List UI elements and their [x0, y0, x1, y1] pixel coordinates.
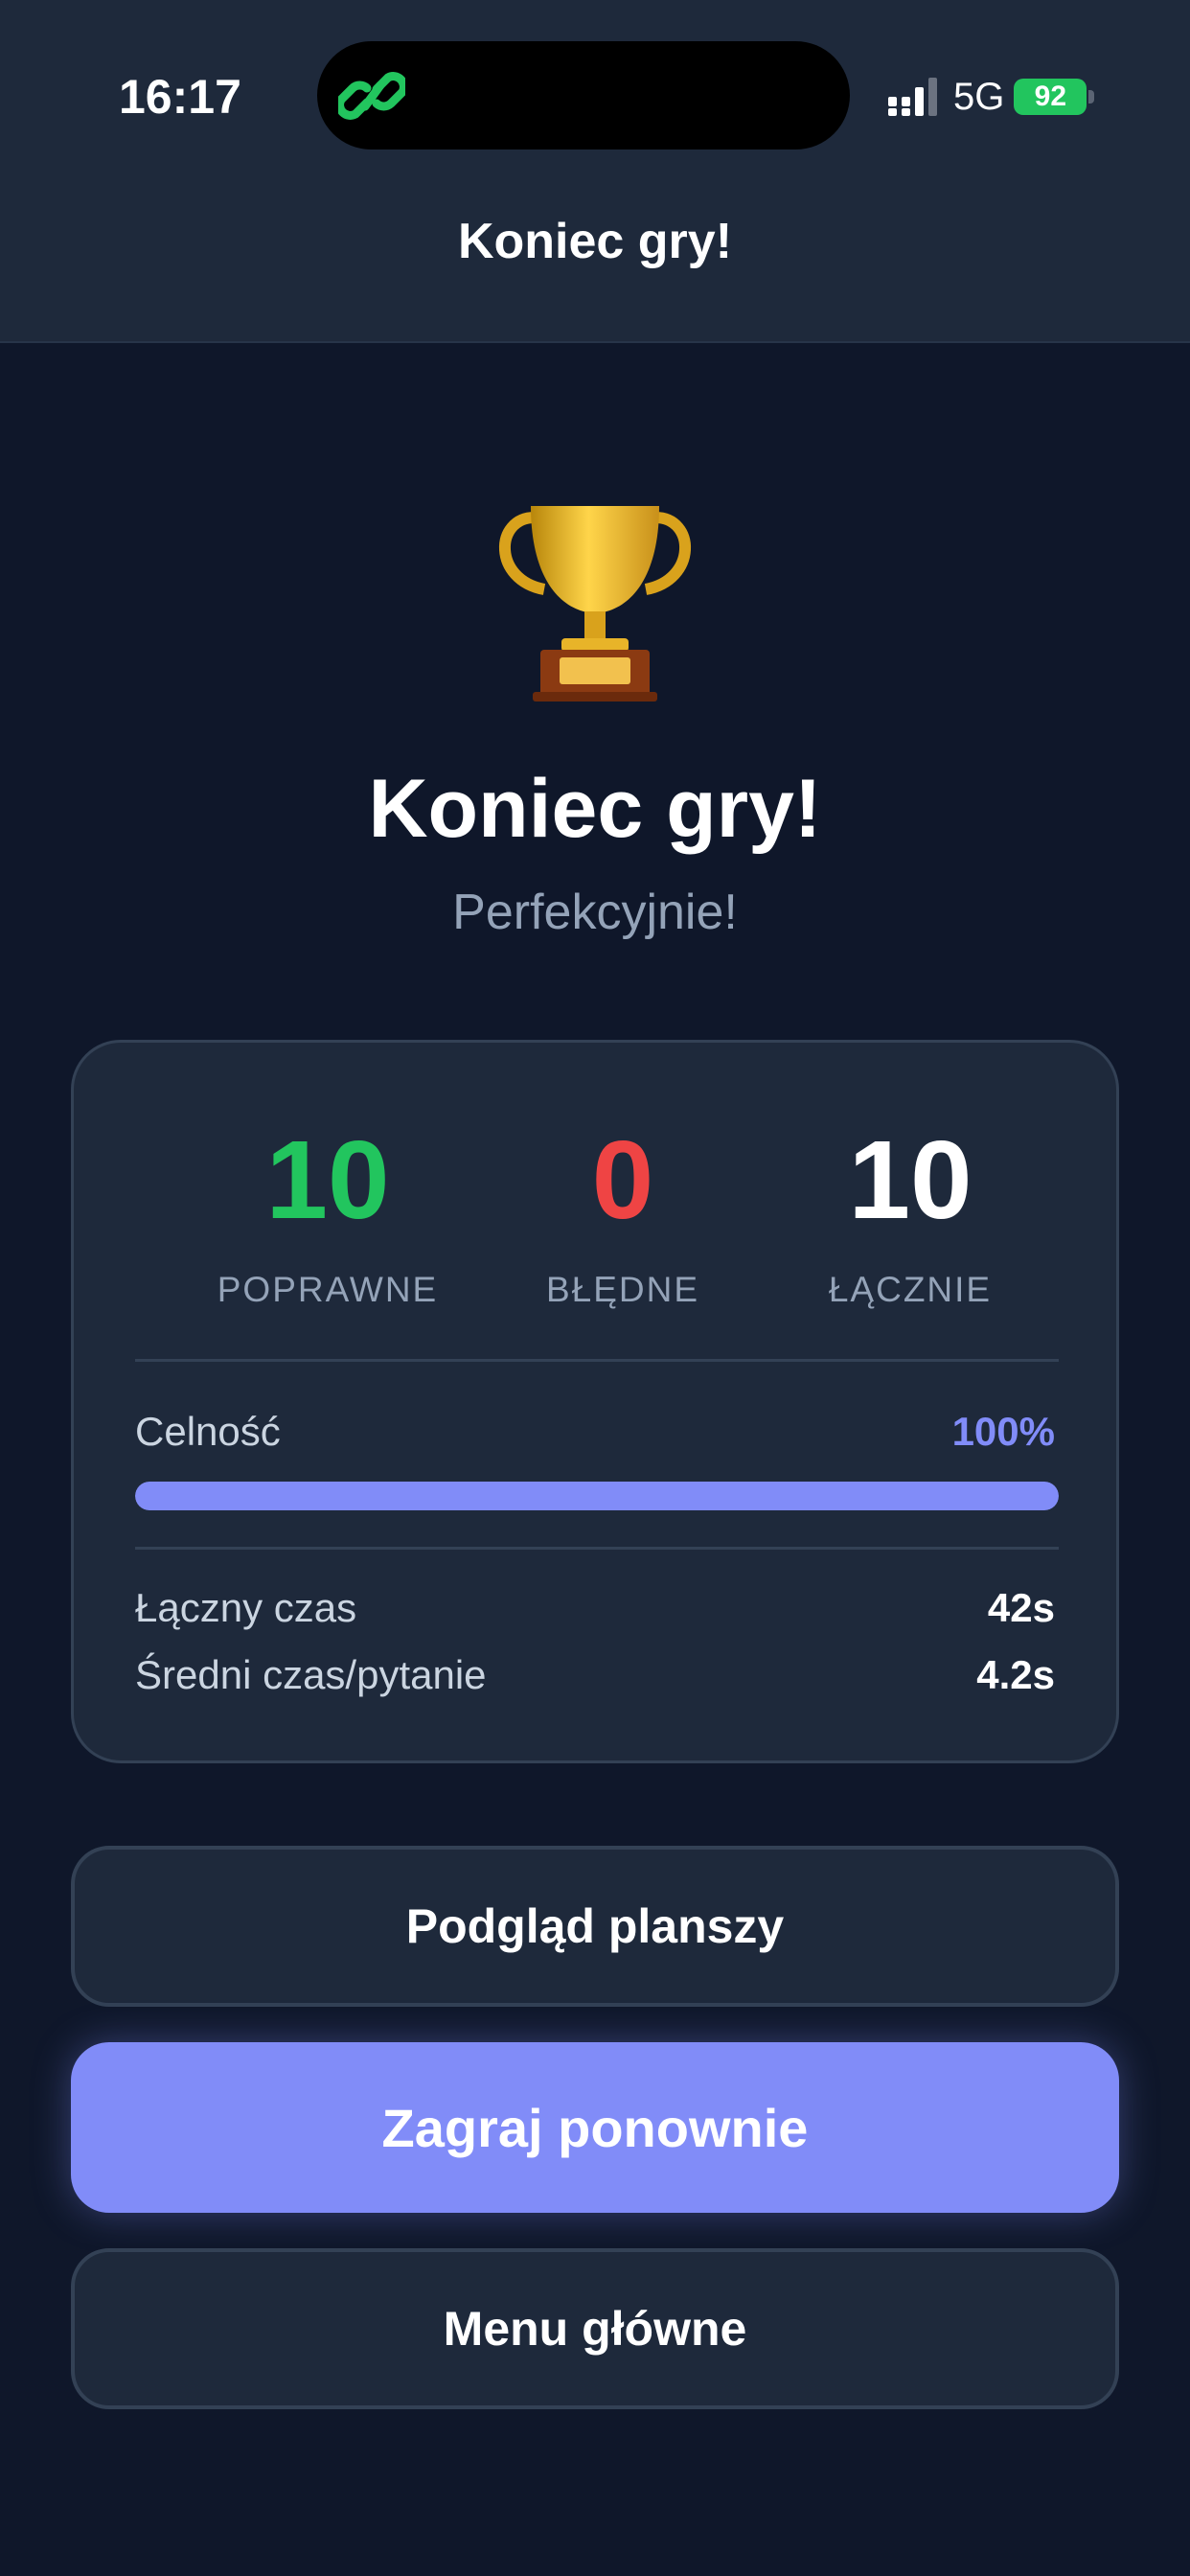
divider — [135, 1359, 1059, 1362]
play-again-button[interactable]: Zagraj ponownie — [71, 2042, 1119, 2213]
total-time-label: Łączny czas — [135, 1585, 357, 1630]
stat-wrong: 0 BŁĘDNE — [465, 1124, 781, 1310]
dynamic-island — [317, 41, 850, 150]
wrong-label: BŁĘDNE — [545, 1270, 700, 1309]
accuracy-value: 100% — [951, 1409, 1055, 1454]
result-title: Koniec gry! — [368, 763, 822, 855]
avg-time-value: 4.2s — [976, 1652, 1055, 1697]
total-count: 10 — [848, 1117, 973, 1242]
battery-icon: 92 — [1014, 79, 1087, 115]
link-icon — [338, 72, 405, 120]
nav-title: Koniec gry! — [457, 214, 733, 269]
avg-time-label: Średni czas/pytanie — [135, 1652, 487, 1697]
wrong-count: 0 — [591, 1117, 654, 1242]
result-subtitle: Perfekcyjnie! — [452, 885, 738, 940]
accuracy-progress-fill — [135, 1482, 1059, 1510]
main-menu-button[interactable]: Menu główne — [71, 2248, 1119, 2409]
top-header: 16:17 5G 92 Koniec gry! — [0, 0, 1190, 343]
signal-icon — [888, 78, 937, 116]
preview-board-button[interactable]: Podgląd planszy — [71, 1846, 1119, 2007]
stat-total: 10 ŁĄCZNIE — [752, 1124, 1068, 1310]
correct-count: 10 — [265, 1117, 390, 1242]
trophy-icon — [498, 506, 692, 702]
network-type: 5G — [953, 75, 1005, 118]
accuracy-progress-bar — [135, 1482, 1059, 1510]
accuracy-label: Celność — [135, 1409, 281, 1454]
correct-label: POPRAWNE — [217, 1270, 439, 1309]
status-time: 16:17 — [119, 70, 241, 124]
battery-tip — [1088, 90, 1095, 104]
stat-correct: 10 POPRAWNE — [170, 1124, 486, 1310]
battery-level: 92 — [1034, 80, 1067, 112]
status-indicators: 5G 92 — [886, 73, 1095, 121]
total-label: ŁĄCZNIE — [828, 1270, 993, 1309]
stats-card: 10 POPRAWNE 0 BŁĘDNE 10 ŁĄCZNIE Celność … — [71, 1040, 1119, 1763]
total-time-value: 42s — [987, 1585, 1055, 1630]
divider — [135, 1547, 1059, 1550]
